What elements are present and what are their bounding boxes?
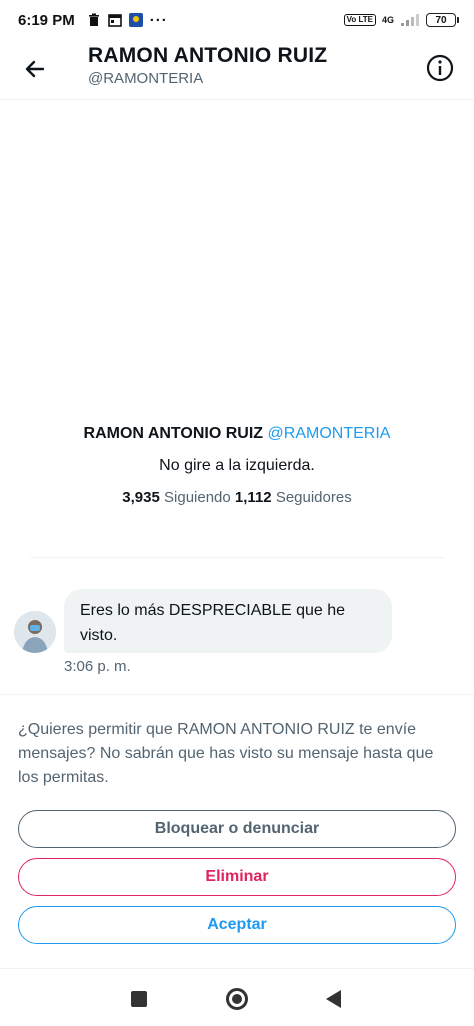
followers-label: Seguidores	[275, 489, 352, 506]
avatar[interactable]	[14, 611, 56, 653]
home-icon[interactable]	[226, 988, 248, 1010]
network-type-label: 4G	[381, 15, 394, 25]
calendar-icon	[107, 14, 122, 27]
status-notification-icons: ···	[87, 12, 168, 29]
divider	[30, 557, 444, 558]
profile-display-name: RAMON ANTONIO RUIZ	[83, 425, 264, 442]
profile-name-line: RAMON ANTONIO RUIZ @RAMONTERIA	[0, 425, 474, 443]
accept-button[interactable]: Aceptar	[18, 906, 456, 944]
system-navigation-bar	[0, 968, 474, 1026]
message-timestamp: 3:06 p. m.	[64, 658, 131, 675]
profile-handle: @RAMONTERIA	[267, 425, 391, 442]
avatar-image	[14, 611, 56, 653]
following-count: 3,935	[122, 489, 160, 506]
battery-icon: 70	[426, 13, 459, 27]
header-handle: @RAMONTERIA	[88, 70, 204, 87]
status-bar: 6:19 PM ··· Vo LTE 4G 70	[0, 0, 474, 40]
recent-apps-icon[interactable]	[131, 991, 147, 1007]
more-notifications-icon: ···	[149, 11, 168, 29]
profile-bio: No gire a la izquierda.	[159, 457, 315, 474]
profile-summary[interactable]: RAMON ANTONIO RUIZ @RAMONTERIA No gire a…	[0, 425, 474, 506]
app-notification-icon	[128, 13, 143, 27]
delete-button[interactable]: Eliminar	[18, 858, 456, 896]
back-triangle-icon[interactable]	[326, 990, 341, 1008]
divider	[0, 694, 474, 695]
signal-icon	[401, 14, 419, 26]
conversation-header: RAMON ANTONIO RUIZ @RAMONTERIA	[0, 40, 474, 100]
info-button[interactable]	[424, 52, 456, 84]
block-or-report-button[interactable]: Bloquear o denunciar	[18, 810, 456, 848]
trash-icon	[88, 13, 99, 26]
header-title: RAMON ANTONIO RUIZ @RAMONTERIA	[88, 44, 327, 87]
header-display-name: RAMON ANTONIO RUIZ	[88, 44, 328, 67]
following-label: Siguiendo	[164, 489, 231, 506]
followers-count: 1,112	[234, 489, 272, 506]
back-button[interactable]	[20, 54, 50, 84]
volte-icon: Vo LTE	[343, 14, 376, 26]
message-request-prompt: ¿Quieres permitir que RAMON ANTONIO RUIZ…	[18, 721, 434, 786]
info-icon	[426, 54, 454, 82]
profile-stats: 3,935 Siguiendo 1,112 Seguidores	[0, 489, 474, 506]
message-bubble[interactable]: Eres lo más DESPRECIABLE que he visto.	[64, 589, 392, 653]
arrow-left-icon	[25, 60, 45, 78]
status-time: 6:19 PM	[18, 11, 75, 29]
status-system-icons: Vo LTE 4G 70	[343, 13, 459, 27]
